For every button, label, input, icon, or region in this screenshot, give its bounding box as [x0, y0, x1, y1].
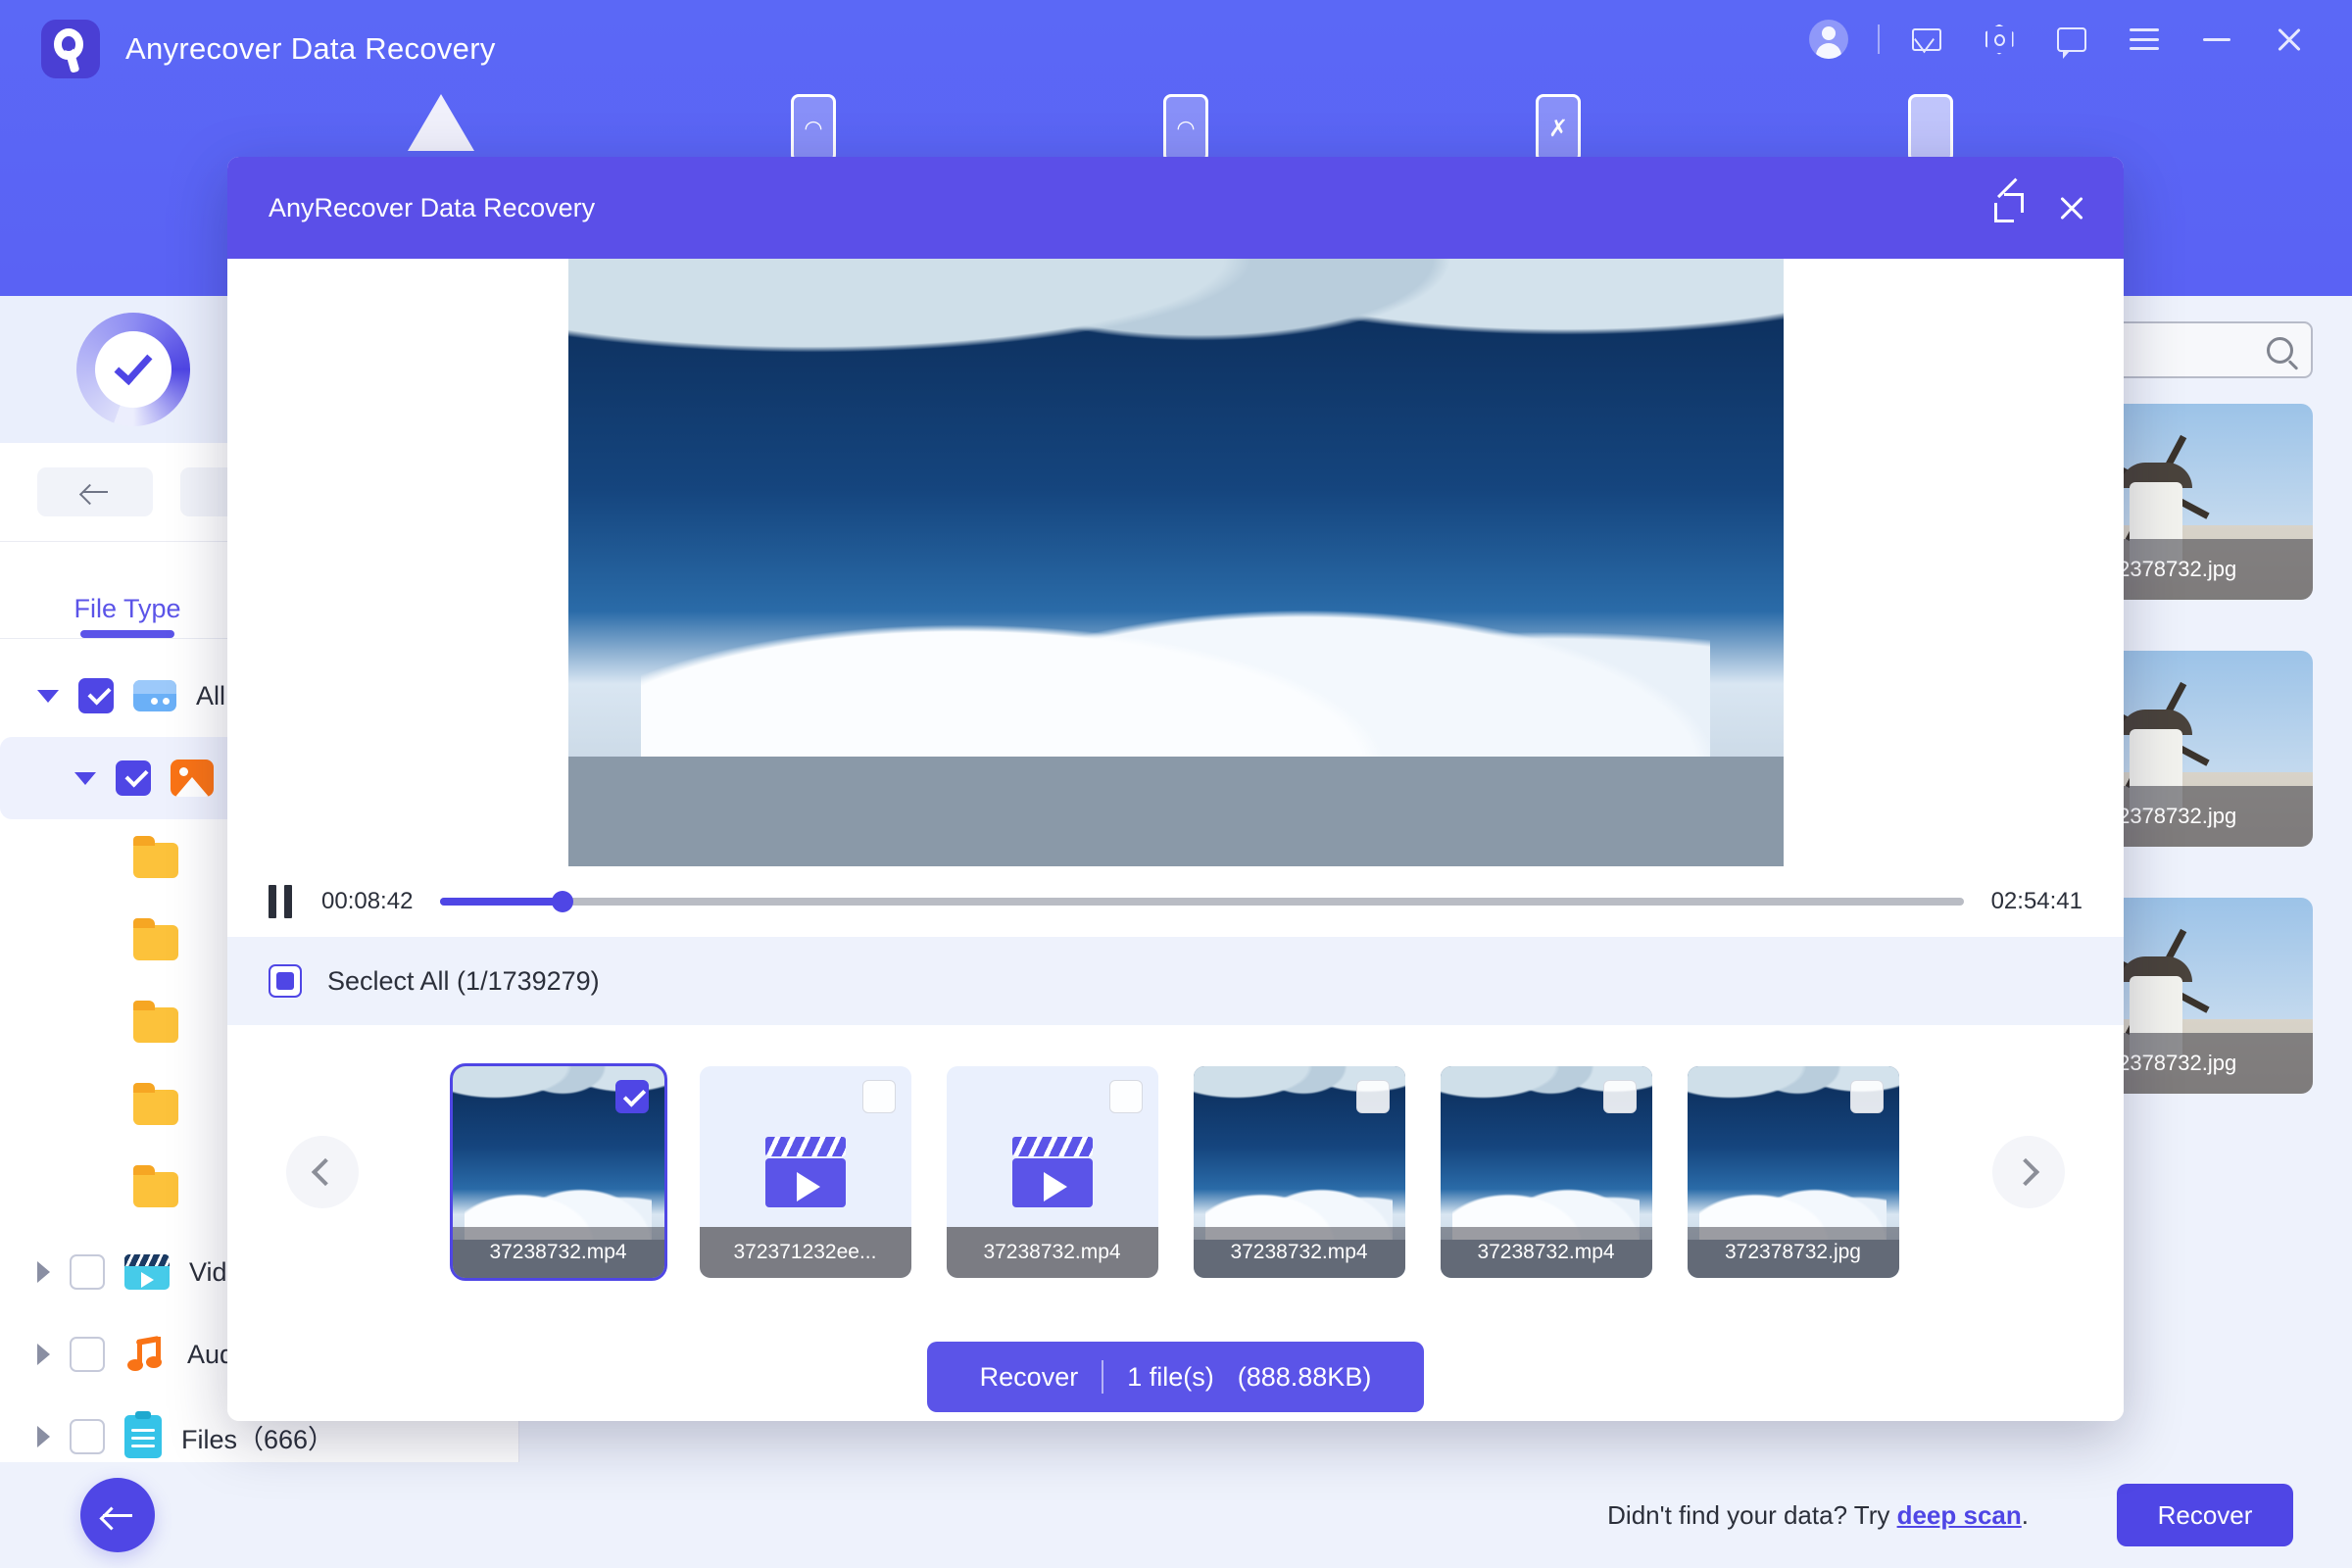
expand-icon[interactable] [1994, 177, 2024, 222]
pause-icon[interactable] [269, 885, 294, 918]
deep-scan-link[interactable]: deep scan [1897, 1500, 2022, 1530]
drive-icon [133, 680, 176, 711]
menu-icon[interactable] [2119, 14, 2170, 65]
document-icon [124, 1411, 162, 1458]
deep-scan-suffix: . [2021, 1499, 2029, 1530]
modal-recover-label: Recover [979, 1361, 1079, 1392]
preview-modal: AnyRecover Data Recovery 00:08:42 02:54:… [227, 157, 2124, 1421]
thumbnail-item[interactable]: 37238732.mp4 [1440, 1066, 1652, 1278]
thumbnail-item[interactable]: 372371232ee... [699, 1066, 911, 1278]
thumbnail-item[interactable]: 37238732.mp4 [449, 1063, 667, 1281]
photo-icon [171, 760, 214, 797]
app-logo-icon [41, 20, 100, 78]
tree-item-all-label: All [196, 680, 226, 710]
modal-recover-button[interactable]: Recover 1 file(s) (888.88KB) [926, 1342, 1425, 1412]
thumbnail-name: 37238732.mp4 [946, 1227, 1158, 1278]
checkbox-video[interactable] [70, 1254, 105, 1290]
folder-icon [133, 1083, 178, 1125]
thumbnail-checkbox[interactable] [1355, 1080, 1390, 1113]
thumbnail-name: 372378732.jpg [1687, 1227, 1899, 1278]
thumbnail-carousel: 37238732.mp4 372371232ee... 37238732.mp4… [227, 1025, 2124, 1319]
chevron-down-icon[interactable] [37, 689, 59, 703]
current-time: 00:08:42 [321, 888, 414, 914]
modal-title: AnyRecover Data Recovery [269, 192, 596, 222]
back-button[interactable] [80, 1478, 155, 1552]
thumbnail-name: 37238732.mp4 [1440, 1227, 1652, 1278]
checkbox-photos[interactable] [116, 760, 151, 796]
modal-recover-count: 1 file(s) [1127, 1361, 1214, 1392]
deep-scan-hint: Didn't find your data? Try deep scan. [1607, 1500, 2029, 1531]
chevron-right-icon[interactable] [37, 1261, 50, 1283]
minimize-icon[interactable] [2191, 14, 2242, 65]
checkbox-all[interactable] [78, 678, 114, 713]
hexagon-icon[interactable] [1974, 14, 2025, 65]
thumbnail-item[interactable]: 37238732.mp4 [1193, 1066, 1405, 1278]
player-controls: 00:08:42 02:54:41 [227, 866, 2124, 937]
thumbnail-name: 372371232ee... [699, 1227, 911, 1278]
header-icon-group [1803, 14, 2315, 65]
folder-icon [133, 1001, 178, 1043]
recover-button[interactable]: Recover [2117, 1484, 2293, 1546]
modal-close-icon[interactable] [2057, 193, 2086, 222]
modal-actions [1994, 177, 2086, 222]
sidebar-back-button[interactable] [37, 467, 153, 516]
thumbnail-checkbox[interactable] [1602, 1080, 1637, 1113]
chevron-down-icon[interactable] [74, 771, 96, 785]
avatar-icon[interactable] [1803, 14, 1854, 65]
thumbnail-checkbox[interactable] [1849, 1080, 1884, 1113]
chat-icon[interactable] [2046, 14, 2097, 65]
scan-complete-icon [76, 313, 190, 426]
modal-footer: Recover 1 file(s) (888.88KB) [227, 1319, 2124, 1421]
mail-icon[interactable] [1901, 14, 1952, 65]
video-file-icon [1011, 1137, 1093, 1207]
tab-active-indicator [80, 630, 174, 638]
carousel-prev-button[interactable] [286, 1136, 359, 1208]
tab-file-type-label: File Type [74, 594, 181, 623]
video-player[interactable] [227, 259, 2124, 866]
carousel-next-button[interactable] [1992, 1136, 2065, 1208]
chevron-right-icon[interactable] [37, 1426, 50, 1447]
video-frame[interactable] [567, 259, 1784, 866]
button-divider [1102, 1360, 1104, 1394]
audio-icon [124, 1335, 168, 1373]
header-divider [1878, 24, 1880, 54]
progress-handle[interactable] [551, 891, 573, 912]
video-icon [124, 1254, 170, 1290]
video-file-icon [764, 1137, 846, 1207]
tab-file-type[interactable]: File Type [0, 594, 255, 638]
close-icon[interactable] [2264, 14, 2315, 65]
thumbnail-item[interactable]: 372378732.jpg [1687, 1066, 1899, 1278]
deep-scan-prefix: Didn't find your data? Try [1607, 1499, 1897, 1530]
app-title: Anyrecover Data Recovery [125, 31, 496, 66]
progress-slider[interactable] [440, 891, 1964, 912]
modal-recover-size: (888.88KB) [1237, 1361, 1372, 1392]
thumbnail-name: 37238732.mp4 [1193, 1227, 1405, 1278]
select-all-label: Seclect All (1/1739279) [327, 965, 600, 996]
thumbnail-list: 37238732.mp4 372371232ee... 37238732.mp4… [449, 1063, 1899, 1281]
search-icon[interactable] [2267, 336, 2293, 364]
thumbnail-name: 37238732.mp4 [452, 1227, 664, 1278]
folder-icon [133, 1165, 178, 1207]
checkbox-audio[interactable] [70, 1337, 105, 1372]
select-all-row[interactable]: Seclect All (1/1739279) [227, 937, 2124, 1025]
total-time: 02:54:41 [1990, 888, 2082, 914]
chevron-right-icon[interactable] [37, 1344, 50, 1365]
progress-fill [440, 898, 563, 906]
checkbox-files[interactable] [70, 1419, 105, 1454]
thumbnail-item[interactable]: 37238732.mp4 [946, 1066, 1158, 1278]
bottom-bar: Didn't find your data? Try deep scan. Re… [0, 1462, 2352, 1568]
thumbnail-checkbox[interactable] [614, 1080, 649, 1113]
thumbnail-checkbox[interactable] [1108, 1080, 1143, 1113]
folder-icon [133, 836, 178, 878]
app-window: Anyrecover Data Recovery ◠ ◠ ✗ File Type… [0, 0, 2352, 1568]
brand: Anyrecover Data Recovery [41, 20, 496, 78]
select-all-checkbox[interactable] [269, 964, 302, 998]
thumbnail-checkbox[interactable] [861, 1080, 896, 1113]
tree-item-files-label: Files（666） [181, 1424, 335, 1454]
folder-icon [133, 918, 178, 960]
modal-header: AnyRecover Data Recovery [227, 157, 2124, 259]
